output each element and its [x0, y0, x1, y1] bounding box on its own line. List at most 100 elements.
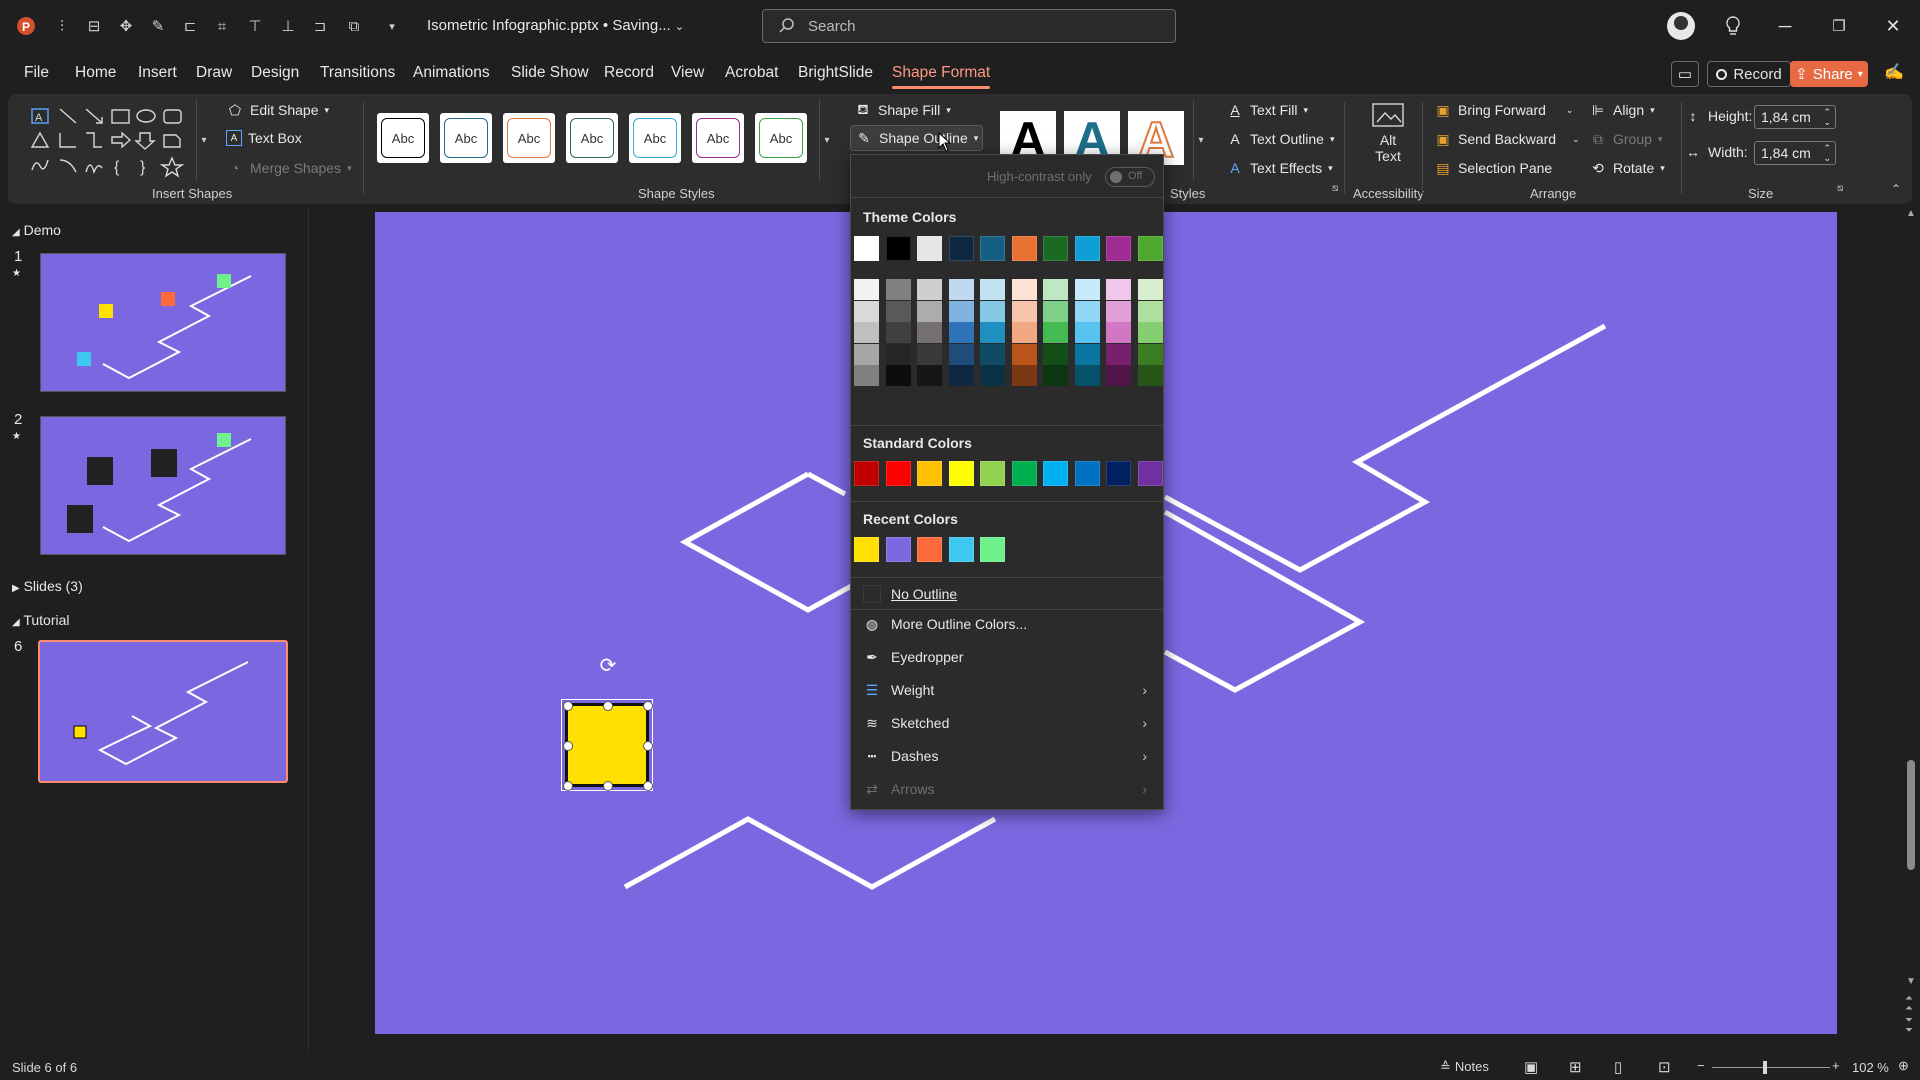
alt-text-button[interactable]: Alt Text: [1360, 102, 1416, 182]
notes-button[interactable]: ≙ Notes: [1440, 1059, 1489, 1075]
recent-color-swatch[interactable]: [948, 537, 974, 562]
theme-shade-swatch[interactable]: [885, 279, 911, 300]
shape-style-2[interactable]: Abc: [440, 113, 492, 163]
weight-item[interactable]: ☰ Weight ›: [863, 677, 1153, 703]
tab-brightslide[interactable]: BrightSlide: [798, 64, 873, 82]
theme-shade-swatch[interactable]: [1074, 322, 1100, 344]
shape-outline-button[interactable]: ✎ Shape Outline ▾: [850, 125, 984, 151]
align-right-icon[interactable]: ⊐: [308, 14, 332, 38]
zoom-in-icon[interactable]: +: [1832, 1058, 1840, 1073]
resize-handle[interactable]: [643, 701, 653, 711]
avatar[interactable]: [1667, 12, 1695, 40]
standard-color-swatch[interactable]: [854, 461, 879, 486]
section-tutorial[interactable]: ◢ Tutorial: [12, 612, 70, 628]
theme-shade-swatch[interactable]: [1011, 279, 1037, 300]
standard-color-swatch[interactable]: [948, 461, 974, 486]
tab-transitions[interactable]: Transitions: [320, 64, 395, 82]
theme-shade-swatch[interactable]: [948, 300, 974, 322]
theme-shade-swatch[interactable]: [1011, 343, 1037, 365]
theme-shade-swatch[interactable]: [885, 365, 911, 387]
edit-shape-button[interactable]: ⬠ Edit Shape ▾: [226, 101, 329, 119]
tab-acrobat[interactable]: Acrobat: [725, 64, 778, 82]
theme-shade-swatch[interactable]: [1137, 322, 1163, 344]
theme-shade-swatch[interactable]: [1074, 300, 1100, 322]
tab-record[interactable]: Record: [604, 64, 654, 82]
move-icon[interactable]: ✥: [114, 14, 138, 38]
standard-color-swatch[interactable]: [1043, 461, 1068, 486]
scroll-down-icon[interactable]: ▼: [1906, 976, 1916, 987]
crop-icon[interactable]: ⌗: [210, 14, 234, 38]
height-input[interactable]: 1,84 cm ⌃ ⌄: [1754, 105, 1836, 129]
theme-shade-swatch[interactable]: [1106, 322, 1131, 344]
theme-color-swatch[interactable]: [1043, 236, 1068, 261]
text-outline-button[interactable]: A Text Outline ▾: [1226, 130, 1334, 148]
normal-view-icon[interactable]: ▣: [1524, 1058, 1538, 1076]
theme-shade-swatch[interactable]: [1011, 365, 1037, 387]
theme-color-swatch[interactable]: [948, 236, 974, 261]
recent-color-swatch[interactable]: [917, 537, 942, 562]
slide-thumbnail-1[interactable]: [40, 253, 286, 392]
shape-style-3[interactable]: Abc: [503, 113, 555, 163]
theme-shade-swatch[interactable]: [917, 300, 942, 322]
standard-color-swatch[interactable]: [980, 461, 1005, 486]
tab-view[interactable]: View: [671, 64, 704, 82]
resize-handle[interactable]: [603, 781, 613, 791]
scroll-up-icon[interactable]: ▲: [1906, 208, 1916, 219]
wordart-dialog-launcher-icon[interactable]: ⧅: [1332, 183, 1338, 194]
bring-forward-button[interactable]: ▣ Bring Forward ⌄: [1434, 101, 1573, 119]
theme-shade-swatch[interactable]: [980, 365, 1005, 387]
fit-to-window-icon[interactable]: ⊕: [1898, 1058, 1909, 1074]
next-slide-icon[interactable]: ⏷ ⏷: [1905, 1016, 1913, 1036]
theme-color-swatch[interactable]: [885, 236, 911, 261]
share-button[interactable]: ⇪ Share ▾: [1790, 61, 1868, 87]
lightbulb-icon[interactable]: [1718, 12, 1748, 40]
theme-shade-swatch[interactable]: [1137, 343, 1163, 365]
text-box-button[interactable]: A Text Box: [226, 130, 302, 146]
theme-shade-swatch[interactable]: [1043, 300, 1068, 322]
record-button[interactable]: Record: [1707, 61, 1791, 87]
section-demo[interactable]: ◢ Demo: [12, 222, 61, 238]
shape-style-6[interactable]: Abc: [692, 113, 744, 163]
standard-color-swatch[interactable]: [1011, 461, 1037, 486]
align-top-icon[interactable]: ⊤: [243, 14, 267, 38]
theme-shade-swatch[interactable]: [948, 322, 974, 344]
theme-shade-swatch[interactable]: [980, 343, 1005, 365]
shape-style-4[interactable]: Abc: [566, 113, 618, 163]
align-bottom-icon[interactable]: ⊥: [276, 14, 300, 38]
tab-animations[interactable]: Animations: [413, 64, 490, 82]
distribute-icon[interactable]: ⫶: [50, 14, 74, 38]
prev-slide-icon[interactable]: ⏶ ⏶: [1905, 994, 1913, 1014]
theme-shade-swatch[interactable]: [854, 279, 879, 300]
theme-shade-swatch[interactable]: [917, 279, 942, 300]
slideshow-view-icon[interactable]: ⊡: [1658, 1058, 1671, 1076]
resize-handle[interactable]: [643, 741, 653, 751]
slide-thumbnail-2[interactable]: [40, 416, 286, 555]
theme-shade-swatch[interactable]: [1074, 365, 1100, 387]
zoom-slider[interactable]: [1712, 1067, 1830, 1068]
close-icon[interactable]: ✕: [1878, 12, 1908, 40]
size-dialog-launcher-icon[interactable]: ⧅: [1837, 183, 1843, 194]
zoom-level[interactable]: 102 %: [1852, 1060, 1889, 1075]
width-spinner-icon[interactable]: ⌃ ⌄: [1823, 143, 1831, 163]
resize-handle[interactable]: [563, 781, 573, 791]
eyedropper-item[interactable]: ✒ Eyedropper: [863, 644, 1153, 670]
theme-shade-swatch[interactable]: [948, 279, 974, 300]
theme-color-swatch[interactable]: [854, 236, 879, 261]
rotate-button[interactable]: ⟲ Rotate ▾: [1589, 159, 1665, 177]
more-outline-colors-item[interactable]: ◍ More Outline Colors...: [863, 611, 1153, 637]
shape-styles-more-icon[interactable]: ▾: [819, 100, 834, 180]
theme-color-swatch[interactable]: [1137, 236, 1163, 261]
align-button[interactable]: ⊫ Align ▾: [1589, 101, 1655, 119]
theme-shade-swatch[interactable]: [917, 343, 942, 365]
align-left-icon[interactable]: ⊏: [178, 14, 202, 38]
recent-color-swatch[interactable]: [885, 537, 911, 562]
shape-style-1[interactable]: Abc: [377, 113, 429, 163]
shapes-gallery-more-icon[interactable]: ▾: [196, 100, 211, 180]
tab-file[interactable]: File: [24, 64, 49, 82]
comments-icon[interactable]: ▭: [1671, 61, 1699, 87]
search-box[interactable]: Search: [762, 9, 1176, 43]
resize-handle[interactable]: [643, 781, 653, 791]
theme-shade-swatch[interactable]: [1137, 300, 1163, 322]
rotate-handle-icon[interactable]: ⟳: [597, 655, 619, 677]
theme-shade-swatch[interactable]: [1043, 343, 1068, 365]
